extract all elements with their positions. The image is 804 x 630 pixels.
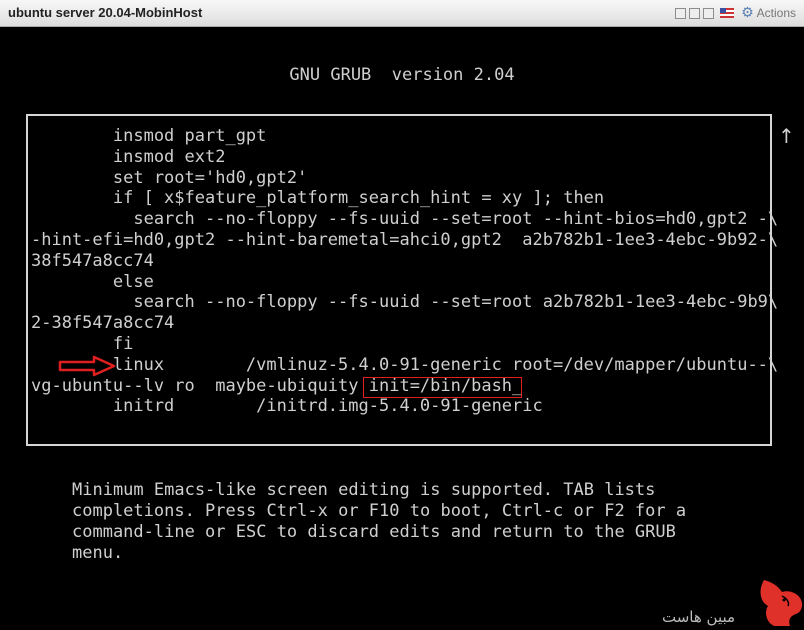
highlight-box-init-param [363,377,522,398]
grub-help-line: Minimum Emacs-like screen editing is sup… [72,480,656,500]
grub-help-line: completions. Press Ctrl-x or F10 to boot… [72,501,687,521]
restore-button[interactable] [689,7,701,19]
red-arrow-icon [58,355,116,377]
grub-editor-line[interactable]: linux /vmlinuz-5.4.0-91-generic root=/de… [31,355,778,375]
grub-help-line: menu. [72,543,124,563]
minimize-button[interactable] [675,7,687,19]
actions-menu[interactable]: Actions [757,6,796,20]
grub-editor-line[interactable]: insmod part_gpt [31,126,267,146]
grub-editor-line[interactable]: insmod ext2 [31,147,226,167]
titlebar-controls: ⚙ Actions [675,5,796,21]
scroll-up-arrow-icon: ↑ [778,124,795,148]
grub-editor-line[interactable]: set root='hd0,gpt2' [31,168,307,188]
maximize-button[interactable] [703,7,715,19]
grub-editor-line[interactable]: if [ x$feature_platform_search_hint = xy… [31,188,604,208]
grub-help-text: Minimum Emacs-like screen editing is sup… [72,480,686,564]
grub-editor-line[interactable]: 38f547a8cc74 [31,251,154,271]
grub-editor-line[interactable]: initrd /initrd.img-5.4.0-91-generic [31,396,543,416]
watermark-text: مبین هاست [662,608,736,626]
grub-editor-line[interactable]: search --no-floppy --fs-uuid --set=root … [31,292,778,312]
window-titlebar: ubuntu server 20.04-MobinHost ⚙ Actions [0,0,804,27]
grub-editor-line[interactable]: search --no-floppy --fs-uuid --set=root … [31,209,778,229]
gear-icon[interactable]: ⚙ [741,5,754,21]
grub-editor-line[interactable]: fi [31,334,133,354]
grub-editor-line[interactable]: 2-38f547a8cc74 [31,313,174,333]
grub-header: GNU GRUB version 2.04 [289,65,515,85]
language-flag-icon[interactable] [720,8,735,18]
grub-editor-line[interactable]: else [31,272,154,292]
grub-editor-line[interactable]: -hint-efi=hd0,gpt2 --hint-baremetal=ahci… [31,230,778,250]
grub-help-line: command-line or ESC to discard edits and… [72,522,676,542]
window-title: ubuntu server 20.04-MobinHost [8,5,203,20]
